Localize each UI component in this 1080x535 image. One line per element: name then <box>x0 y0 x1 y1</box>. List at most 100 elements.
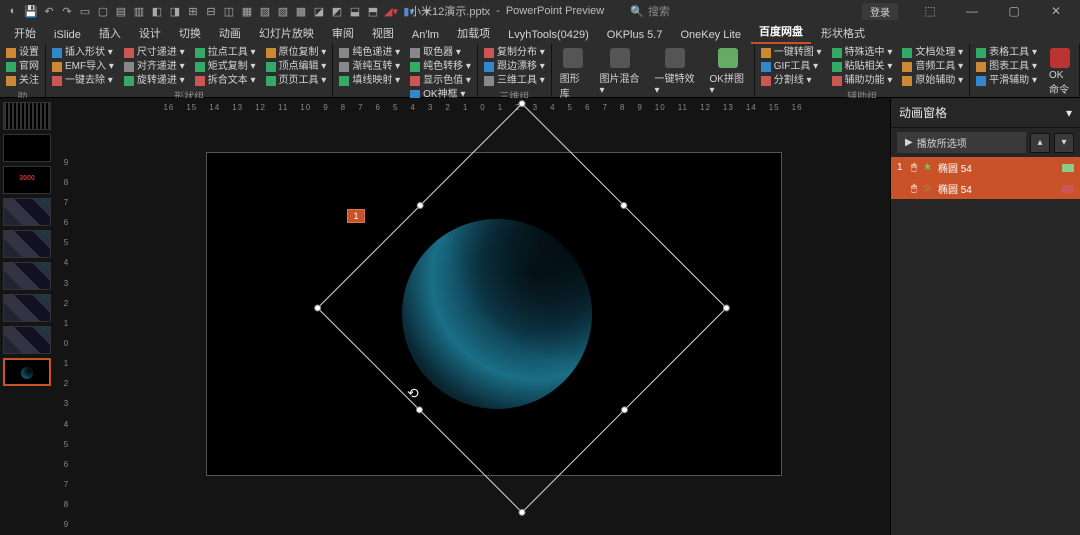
ribbon-button[interactable]: EMF导入 ▾ <box>50 60 116 73</box>
tab-开始[interactable]: 开始 <box>6 22 44 44</box>
qat-icon[interactable]: ▥ <box>132 4 146 18</box>
ribbon-button[interactable]: 一键去除 ▾ <box>50 74 116 87</box>
qat-icon[interactable]: ◧ <box>150 4 164 18</box>
qat-icon[interactable]: ⬒ <box>366 4 380 18</box>
ribbon-button[interactable]: 对齐递进 ▾ <box>122 60 187 73</box>
qat-icon[interactable]: ▦ <box>240 4 254 18</box>
qat-icon[interactable]: ◪ <box>312 4 326 18</box>
move-down-button[interactable]: ▾ <box>1054 133 1074 153</box>
ribbon-button[interactable]: 图表工具 ▾ <box>974 60 1039 73</box>
tab-视图[interactable]: 视图 <box>364 22 402 44</box>
ribbon-options-icon[interactable]: ⬚ <box>910 0 950 22</box>
tab-islide[interactable]: iSlide <box>46 26 89 44</box>
slide-thumbnail[interactable] <box>3 134 51 162</box>
qat-icon[interactable]: ⬓ <box>348 4 362 18</box>
qat-icon[interactable]: ◫ <box>222 4 236 18</box>
slide-thumbnail[interactable] <box>3 198 51 226</box>
ribbon-big-button[interactable]: OK命令 <box>1045 46 1075 98</box>
ribbon-button[interactable]: 关注 <box>4 74 41 87</box>
tab-lvyhtools(0429)[interactable]: LvyhTools(0429) <box>500 26 597 44</box>
animation-item[interactable]: 🖱 ☆ 椭圆 54 <box>891 178 1080 199</box>
ribbon-button[interactable]: 设置 <box>4 46 41 59</box>
ribbon-button[interactable]: 原位复制 ▾ <box>264 46 329 59</box>
qat-icon[interactable]: ▭ <box>78 4 92 18</box>
ribbon-button[interactable]: 文档处理 ▾ <box>900 46 965 59</box>
ribbon-button[interactable]: 纯色转移 ▾ <box>408 60 473 73</box>
tab-设计[interactable]: 设计 <box>131 22 169 44</box>
tab-切换[interactable]: 切换 <box>171 22 209 44</box>
animation-item[interactable]: 1 🖱 ★ 椭圆 54 <box>891 157 1080 178</box>
ribbon-button[interactable]: 表格工具 ▾ <box>974 46 1039 59</box>
slide-thumbnail[interactable] <box>3 230 51 258</box>
font-color-icon[interactable]: ◢▾ <box>384 4 398 18</box>
tab-onekey lite[interactable]: OneKey Lite <box>672 26 749 44</box>
ribbon-button[interactable]: 尺寸递进 ▾ <box>122 46 187 59</box>
resize-handle[interactable] <box>517 507 527 517</box>
ribbon-button[interactable]: 矩式复制 ▾ <box>193 60 258 73</box>
ribbon-button[interactable]: 跟边漂移 ▾ <box>482 60 547 73</box>
slide-thumbnail[interactable] <box>3 358 51 386</box>
play-selected-button[interactable]: ▶ 播放所选项 <box>897 132 1026 153</box>
tab-审阅[interactable]: 审阅 <box>324 22 362 44</box>
ribbon-big-button[interactable]: 一键特效 ▾ <box>651 46 700 102</box>
tab-动画[interactable]: 动画 <box>211 22 249 44</box>
maximize-icon[interactable]: ▢ <box>994 0 1034 22</box>
qat-icon[interactable]: ◨ <box>168 4 182 18</box>
save-icon[interactable]: 💾 <box>24 4 38 18</box>
ribbon-button[interactable]: 三维工具 ▾ <box>482 74 547 87</box>
ribbon-button[interactable]: 旋转递进 ▾ <box>122 74 187 87</box>
tab-okplus 5.7[interactable]: OKPlus 5.7 <box>599 26 671 44</box>
ribbon-button[interactable]: 插入形状 ▾ <box>50 46 116 59</box>
qat-icon[interactable]: ▤ <box>114 4 128 18</box>
search-box[interactable]: 🔍 搜索 <box>630 3 670 19</box>
slide-thumbnail[interactable] <box>3 102 51 130</box>
qat-icon[interactable]: ▢ <box>96 4 110 18</box>
ribbon-button[interactable]: 拉点工具 ▾ <box>193 46 258 59</box>
ribbon-button[interactable]: 音频工具 ▾ <box>900 60 965 73</box>
ribbon-button[interactable]: 原始辅助 ▾ <box>900 74 965 87</box>
qat-icon[interactable]: ▧ <box>258 4 272 18</box>
qat-icon[interactable]: ▨ <box>276 4 290 18</box>
ribbon-button[interactable]: 特殊选中 ▾ <box>830 46 895 59</box>
qat-icon[interactable]: ⊟ <box>204 4 218 18</box>
move-up-button[interactable]: ▴ <box>1030 133 1050 153</box>
slide-thumbnails[interactable]: 3000 <box>0 98 56 535</box>
ribbon-big-button[interactable]: OK拼图 ▾ <box>706 46 750 102</box>
qat-icon[interactable]: ⊞ <box>186 4 200 18</box>
ribbon-big-button[interactable]: 图片混合 ▾ <box>596 46 645 102</box>
autosave-icon[interactable]: ◐ <box>6 4 20 18</box>
resize-handle[interactable] <box>415 405 425 415</box>
undo-icon[interactable]: ↶ <box>42 4 56 18</box>
tab-百度网盘[interactable]: 百度网盘 <box>751 20 811 44</box>
slide-thumbnail[interactable] <box>3 294 51 322</box>
tab-加载项[interactable]: 加载项 <box>449 22 498 44</box>
selection-box[interactable] <box>317 103 727 513</box>
slide-thumbnail[interactable]: 3000 <box>3 166 51 194</box>
ribbon-button[interactable]: 平滑辅助 ▾ <box>974 74 1039 87</box>
ribbon-button[interactable]: 取色器 ▾ <box>408 46 473 59</box>
slide-thumbnail[interactable] <box>3 262 51 290</box>
slide-stage[interactable]: 1615141312111098765432101234567891011121… <box>76 98 890 535</box>
minimize-icon[interactable]: — <box>952 0 992 22</box>
ribbon-button[interactable]: 辅助功能 ▾ <box>830 74 895 87</box>
ribbon-button[interactable]: GIF工具 ▾ <box>759 60 824 73</box>
ribbon-button[interactable]: 纯色递进 ▾ <box>337 46 402 59</box>
ribbon-button[interactable]: 复制分布 ▾ <box>482 46 547 59</box>
qat-icon[interactable]: ◩ <box>330 4 344 18</box>
tab-插入[interactable]: 插入 <box>91 22 129 44</box>
anim-timeline-bar[interactable] <box>1062 185 1074 193</box>
ribbon-button[interactable]: 页页工具 ▾ <box>264 74 329 87</box>
ribbon-button[interactable]: 填线映射 ▾ <box>337 74 402 87</box>
ribbon-button[interactable]: 显示色值 ▾ <box>408 74 473 87</box>
rotate-handle-icon[interactable]: ⟲ <box>407 385 423 401</box>
anim-timeline-bar[interactable] <box>1062 164 1074 172</box>
ribbon-button[interactable]: 一键转图 ▾ <box>759 46 824 59</box>
resize-handle[interactable] <box>619 201 629 211</box>
tab-形状格式[interactable]: 形状格式 <box>813 22 873 44</box>
slide-canvas[interactable]: ⟲ 1 <box>206 152 782 476</box>
ribbon-button[interactable]: 顶点编辑 ▾ <box>264 60 329 73</box>
ribbon-button[interactable]: 拆合文本 ▾ <box>193 74 258 87</box>
resize-handle[interactable] <box>620 405 630 415</box>
qat-icon[interactable]: ▩ <box>294 4 308 18</box>
login-button[interactable]: 登录 <box>862 3 898 20</box>
